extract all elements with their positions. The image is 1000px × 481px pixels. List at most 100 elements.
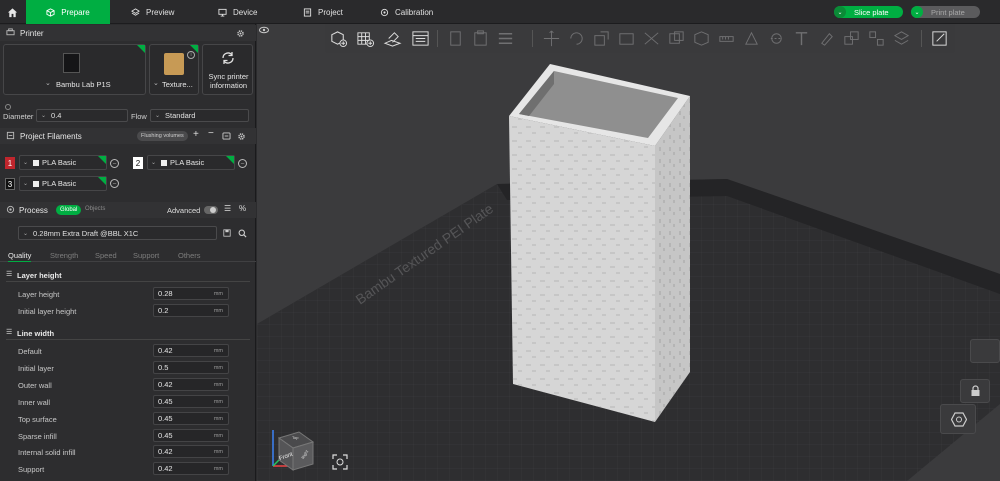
filament-number: 1 [5,157,15,169]
lock-button[interactable] [960,379,990,403]
add-plate-icon[interactable] [356,29,375,48]
internal-solid-infill-input[interactable]: 0.42 mm [153,445,229,458]
sync-printer-button[interactable]: Sync printer information [202,44,253,95]
sparse-infill-label: Sparse infill [18,432,57,441]
tab-strength[interactable]: Strength [50,251,78,260]
support-input[interactable]: 0.42 mm [153,462,229,475]
mesh-icon[interactable] [692,29,711,48]
flushing-volumes-button[interactable]: Flushing volumes [137,131,188,141]
value: 0.28 [158,289,173,298]
filament-edit-icon[interactable]: – [110,179,119,188]
top-surface-input[interactable]: 0.45 mm [153,412,229,425]
inner-wall-label: Inner wall [18,398,51,407]
flow-select[interactable]: ⌄ Standard [150,109,249,122]
process-preset-select[interactable]: ⌄ 0.28mm Extra Draft @BBL X1C [18,226,217,240]
measure-icon[interactable] [717,29,736,48]
printer-thumbnail [63,53,80,73]
flow-value: Standard [165,111,196,120]
value: 0.5 [158,363,169,372]
lay-on-face-icon[interactable] [617,29,636,48]
sync-filament-icon[interactable] [222,132,231,140]
gear-icon[interactable] [237,132,246,141]
rotate-icon[interactable] [567,29,586,48]
home-button[interactable] [0,0,24,24]
tab-device[interactable]: Device [218,0,257,24]
view-options-icon[interactable] [930,29,949,48]
default-input[interactable]: 0.42 mm [153,344,229,357]
filament-swatch-icon [33,159,40,166]
add-icon[interactable]: + [193,129,199,140]
sync-label-line1: Sync printer [208,72,249,81]
view-button[interactable] [970,339,1000,363]
split-icon[interactable] [496,29,515,48]
chevron-down-icon: ⌄ [153,80,159,87]
tab-calibration[interactable]: Calibration [380,0,433,24]
filament-swatch-icon [161,159,168,166]
copy-icon[interactable] [446,29,465,48]
tab-preview[interactable]: Preview [131,0,174,24]
filament-select[interactable]: ⌄ PLA Basic [19,155,107,170]
collapse-panel-button[interactable] [258,25,270,35]
divider [6,339,250,340]
filament-name: PLA Basic [170,158,205,167]
value: 0.42 [158,346,173,355]
list-icon[interactable]: ☰ [224,204,231,213]
move-icon[interactable] [542,29,561,48]
layers-edit-icon[interactable] [892,29,911,48]
layer-height-input[interactable]: 0.28 mm [153,287,229,300]
global-toggle[interactable]: Global [56,205,82,215]
remove-icon[interactable]: − [208,128,214,139]
chevron-down-icon: ⌄ [23,160,29,166]
tab-project[interactable]: Project [303,0,343,24]
cut-icon[interactable] [642,29,661,48]
tab-label: Device [233,7,258,17]
layer-height-label: Layer height [18,290,60,299]
support-paint-icon[interactable] [742,29,761,48]
percent-icon[interactable]: % [239,204,246,213]
advanced-toggle[interactable] [204,206,218,214]
inner-wall-input[interactable]: 0.45 mm [153,395,229,408]
sparse-infill-input[interactable]: 0.45 mm [153,429,229,442]
assembly-icon[interactable] [842,29,861,48]
arrange-icon[interactable] [867,29,886,48]
outer-wall-input[interactable]: 0.42 mm [153,378,229,391]
toggle-knob [210,207,216,213]
slice-plate-button[interactable]: ⌄ Slice plate [834,6,903,18]
tab-support[interactable]: Support [133,251,159,260]
paste-icon[interactable] [471,29,490,48]
add-object-icon[interactable] [329,29,348,48]
filament-edit-icon[interactable]: – [110,159,119,168]
text-icon[interactable] [792,29,811,48]
scale-icon[interactable] [592,29,611,48]
value: 0.45 [158,431,173,440]
tab-speed[interactable]: Speed [95,251,117,260]
seam-paint-icon[interactable] [767,29,786,48]
filament-select[interactable]: ⌄ PLA Basic [147,155,235,170]
printer-selector[interactable]: ⌄ Bambu Lab P1S [3,44,146,95]
3d-viewport[interactable]: Bambu Textured PEI Plate Top Front Right [257,24,1000,481]
search-icon[interactable] [238,229,247,238]
orientation-cube[interactable]: Top Front Right [265,424,325,474]
objects-toggle[interactable]: Objects [85,206,105,212]
zoom-fit-button[interactable] [332,454,348,470]
process-tabs: Quality Strength Speed Support Others [0,248,256,262]
boolean-icon[interactable] [667,29,686,48]
tab-quality[interactable]: Quality [8,251,32,262]
plate-selector[interactable]: i ⌄ Texture... [149,44,199,95]
gear-icon[interactable] [236,29,245,38]
tab-others[interactable]: Others [178,251,201,260]
print-plate-button[interactable]: ⌄ Print plate [911,6,980,18]
orient-icon[interactable] [383,29,402,48]
filament-edit-icon[interactable]: – [238,159,247,168]
save-icon[interactable] [223,229,231,237]
initial-layer-height-input[interactable]: 0.2 mm [153,304,229,317]
tab-prepare[interactable]: Prepare [26,0,110,24]
initial-layer-input[interactable]: 0.5 mm [153,361,229,374]
filament-select[interactable]: ⌄ PLA Basic [19,176,107,191]
diameter-select[interactable]: ⌄ 0.4 [36,109,128,122]
plate-settings-icon[interactable] [411,29,430,48]
value: 0.45 [158,397,173,406]
info-icon[interactable]: i [187,51,195,59]
color-paint-icon[interactable] [817,29,836,48]
auto-arrange-button[interactable] [940,404,976,434]
